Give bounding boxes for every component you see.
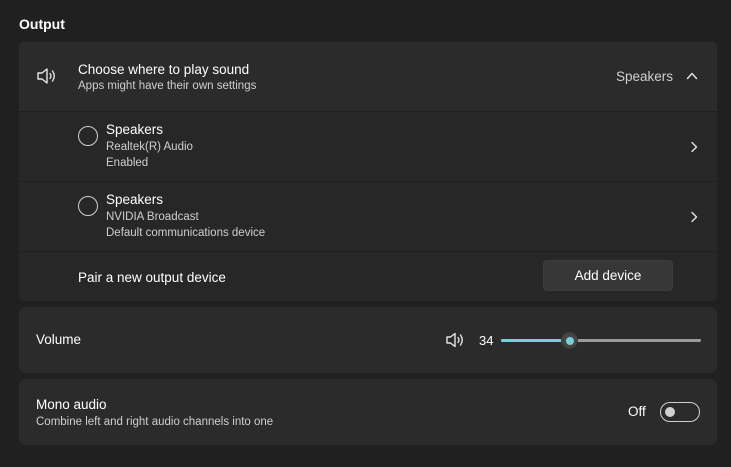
output-device-header[interactable]: Choose where to play sound Apps might ha…	[19, 42, 717, 112]
volume-icon[interactable]	[445, 331, 465, 349]
output-title: Choose where to play sound	[78, 62, 250, 77]
device-status: Default communications device	[106, 227, 266, 239]
mono-audio-card: Mono audio Combine left and right audio …	[19, 379, 717, 445]
device-radio[interactable]	[78, 196, 98, 216]
device-driver: Realtek(R) Audio	[106, 141, 193, 153]
volume-label: Volume	[36, 332, 82, 347]
device-radio[interactable]	[78, 126, 98, 146]
device-row-realtek[interactable]: Speakers Realtek(R) Audio Enabled	[19, 112, 717, 182]
slider-fill	[501, 339, 569, 342]
output-device-expander: Choose where to play sound Apps might ha…	[19, 42, 717, 301]
volume-card: Volume 34	[19, 307, 717, 373]
pair-device-label: Pair a new output device	[78, 270, 226, 285]
toggle-knob	[665, 407, 675, 417]
speaker-icon	[37, 68, 55, 84]
chevron-right-icon[interactable]	[689, 141, 699, 153]
device-name: Speakers	[106, 192, 164, 207]
add-device-button[interactable]: Add device	[543, 260, 673, 291]
slider-thumb[interactable]	[561, 332, 578, 349]
output-subtitle: Apps might have their own settings	[78, 80, 257, 92]
toggle-state-label: Off	[628, 404, 646, 419]
mono-audio-toggle[interactable]	[660, 402, 700, 422]
device-row-nvidia[interactable]: Speakers NVIDIA Broadcast Default commun…	[19, 182, 717, 252]
sound-settings-page: Output Choose where to play sound Apps m…	[0, 0, 731, 467]
selected-output-device: Speakers	[615, 69, 673, 84]
pair-device-row: Pair a new output device Add device	[19, 252, 717, 301]
volume-slider[interactable]	[501, 331, 701, 349]
section-title: Output	[19, 16, 65, 32]
device-driver: NVIDIA Broadcast	[106, 211, 199, 223]
chevron-up-icon[interactable]	[686, 70, 698, 82]
mono-audio-title: Mono audio	[36, 397, 107, 412]
device-name: Speakers	[106, 122, 164, 137]
mono-audio-subtitle: Combine left and right audio channels in…	[36, 416, 274, 428]
volume-value: 34	[479, 333, 494, 348]
device-status: Enabled	[106, 157, 149, 169]
chevron-right-icon[interactable]	[689, 211, 699, 223]
